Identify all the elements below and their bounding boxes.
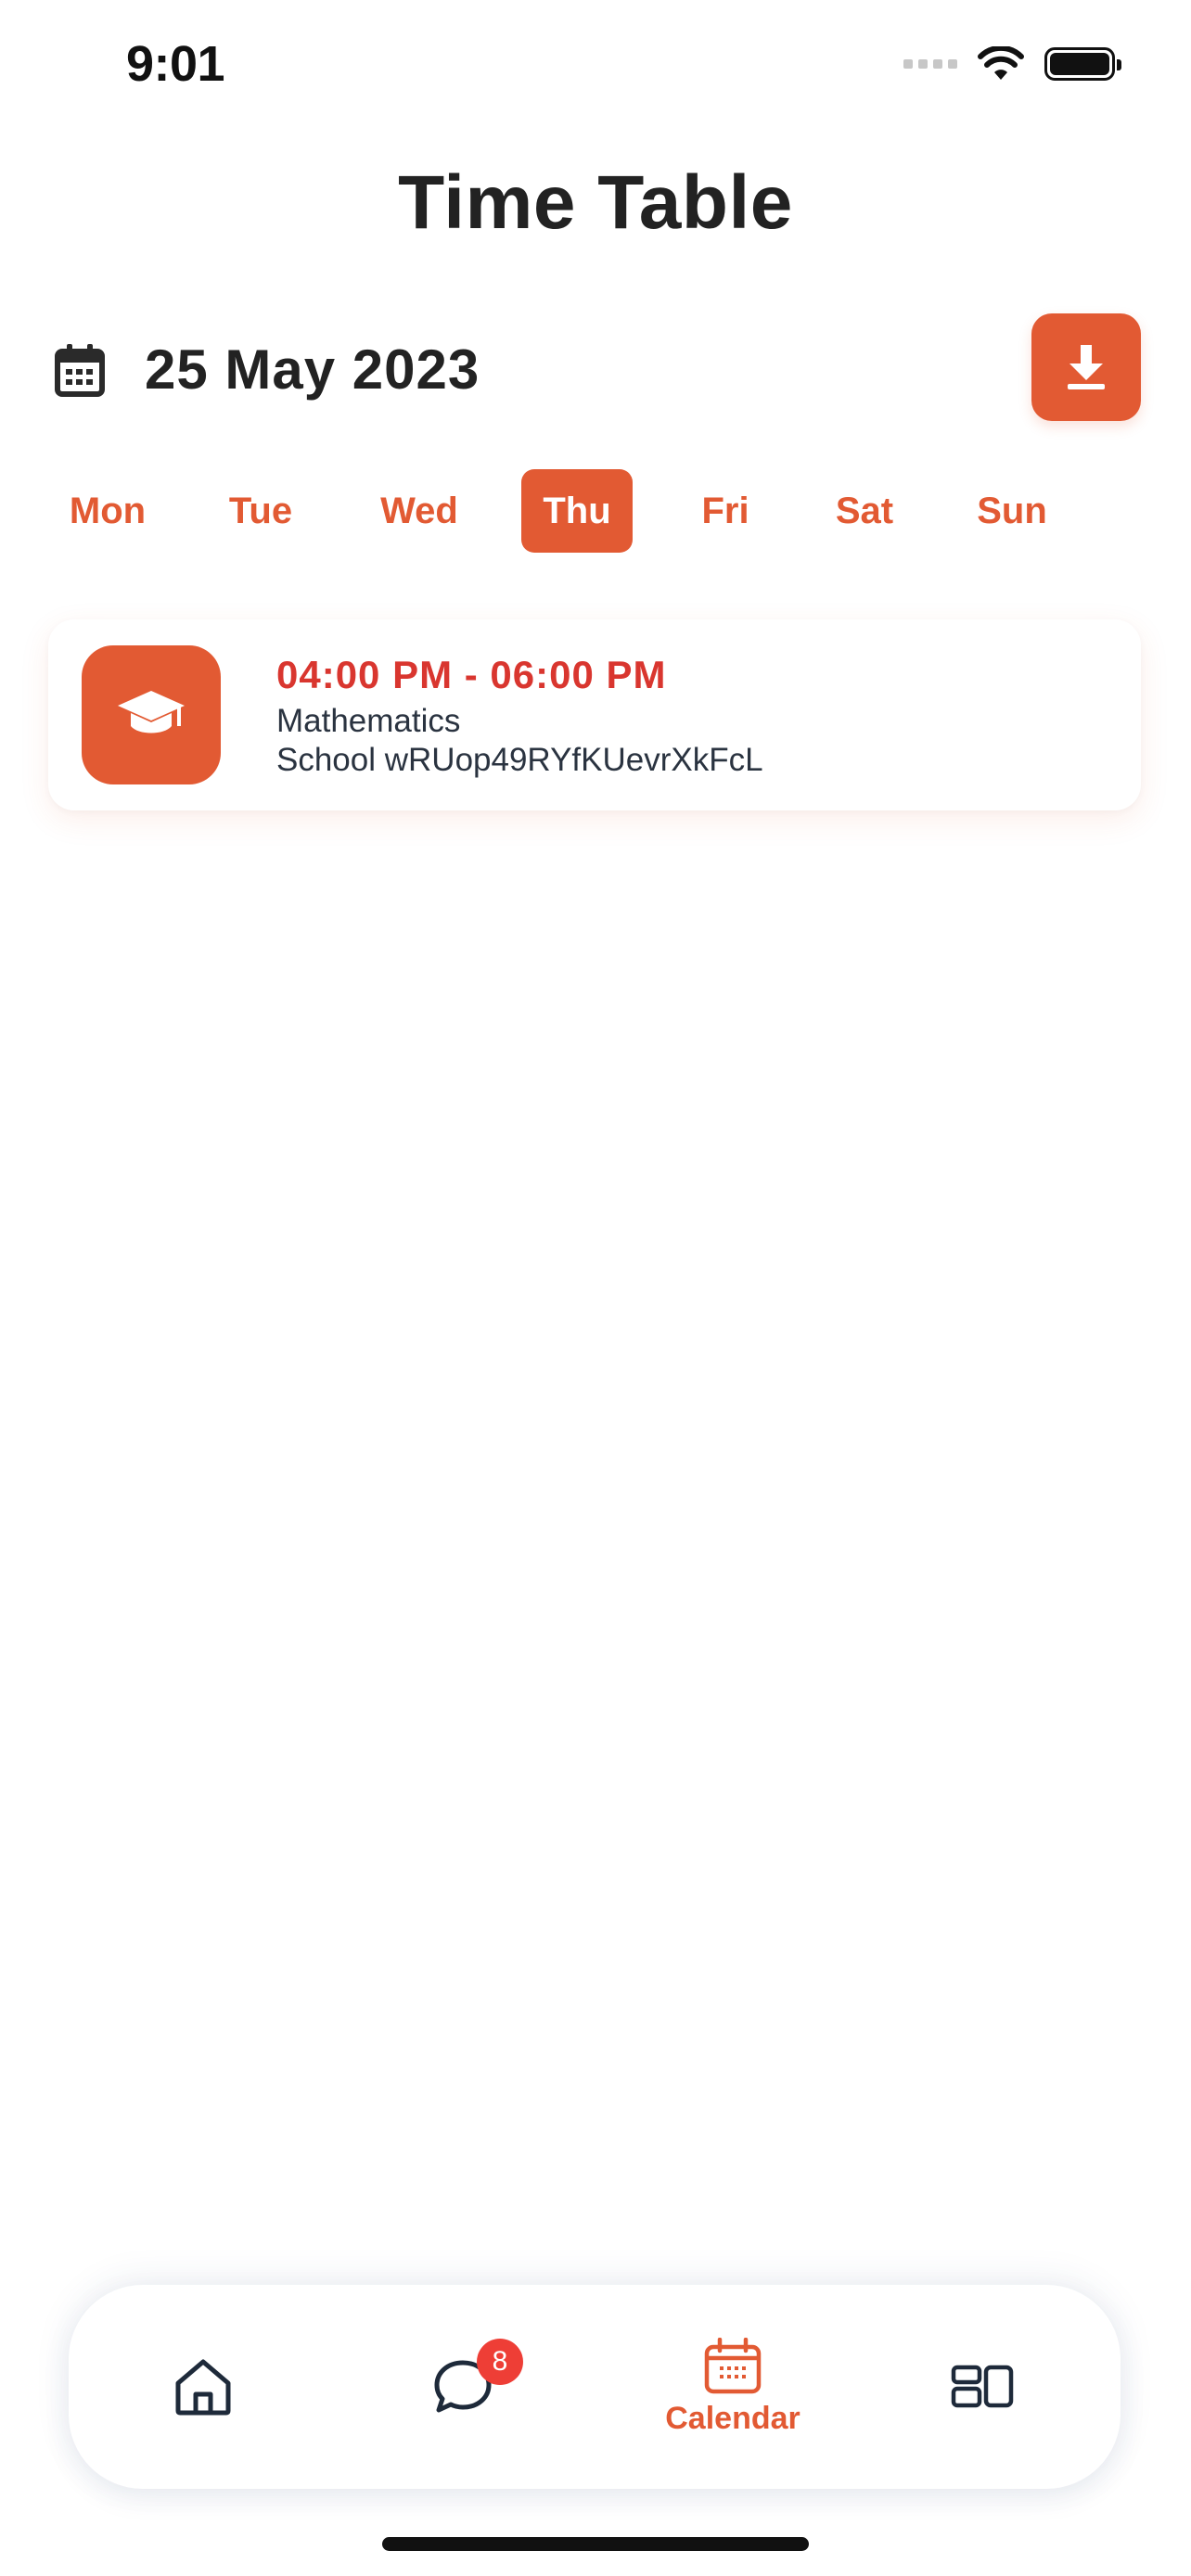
status-time: 9:01 xyxy=(126,36,225,92)
date-selector[interactable]: 25 May 2023 xyxy=(54,338,480,402)
event-school: School wRUop49RYfKUevrXkFcL xyxy=(276,742,763,778)
wifi-icon xyxy=(978,46,1024,80)
nav-calendar-label: Calendar xyxy=(665,2400,800,2436)
tab-wed[interactable]: Wed xyxy=(365,469,473,553)
dashboard-icon xyxy=(951,2365,1014,2408)
selected-date: 25 May 2023 xyxy=(145,338,480,401)
tab-thu[interactable]: Thu xyxy=(521,469,633,553)
calendar-icon xyxy=(704,2337,762,2393)
message-badge: 8 xyxy=(477,2339,523,2385)
bottom-nav: 8 Calendar xyxy=(69,2285,1121,2489)
calendar-icon xyxy=(55,343,105,397)
tab-sat[interactable]: Sat xyxy=(814,469,915,553)
event-card[interactable]: 04:00 PM - 06:00 PM Mathematics School w… xyxy=(48,619,1141,810)
page-title: Time Table xyxy=(398,160,793,245)
event-subject: Mathematics xyxy=(276,703,461,739)
tab-tue[interactable]: Tue xyxy=(211,469,310,553)
home-icon xyxy=(175,2359,231,2416)
tab-fri[interactable]: Fri xyxy=(681,469,770,553)
nav-messages[interactable]: 8 xyxy=(393,2285,532,2489)
download-button[interactable] xyxy=(1031,313,1141,421)
cellular-signal-icon xyxy=(903,59,957,69)
nav-dashboard[interactable] xyxy=(922,2285,1043,2489)
event-time: 04:00 PM - 06:00 PM xyxy=(276,653,667,696)
tab-sun[interactable]: Sun xyxy=(961,469,1063,553)
day-tabs: Mon Tue Wed Thu Fri Sat Sun xyxy=(54,469,1139,553)
graduation-cap-icon xyxy=(118,691,185,733)
tab-mon[interactable]: Mon xyxy=(54,469,161,553)
nav-calendar[interactable]: Calendar xyxy=(649,2285,816,2489)
battery-icon xyxy=(1044,47,1121,81)
event-icon-box xyxy=(82,645,221,784)
download-icon xyxy=(1068,345,1105,389)
status-icons xyxy=(903,46,1121,82)
nav-home[interactable] xyxy=(143,2285,263,2489)
home-indicator xyxy=(382,2537,809,2551)
